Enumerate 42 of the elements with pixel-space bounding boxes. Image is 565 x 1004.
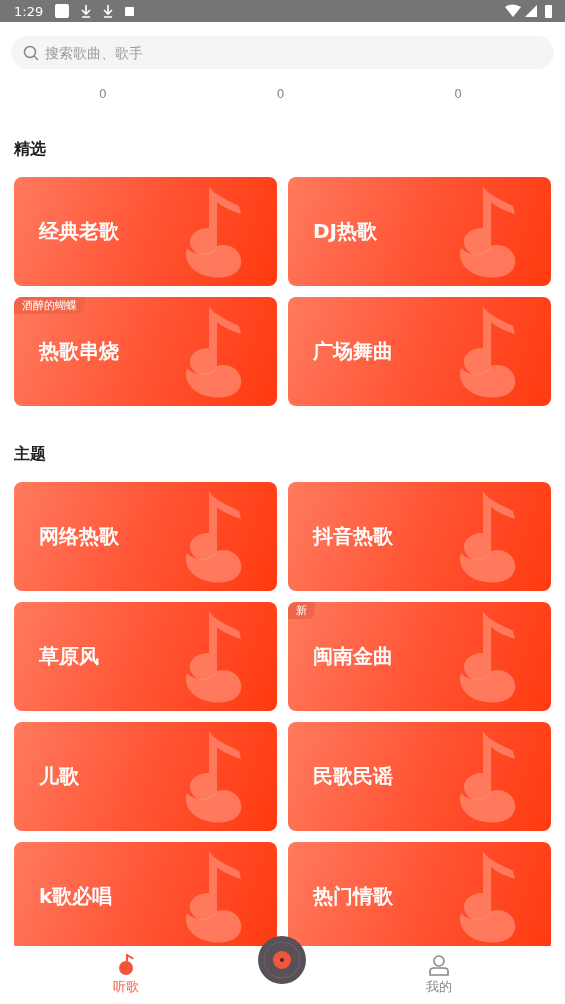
search-field[interactable]: 搜索歌曲、歌手 [11,36,554,69]
category-card[interactable]: 民歌民谣 [288,722,551,831]
card-tag: 酒醉的蝴蝶 [14,297,85,314]
notification-square-icon [55,4,70,18]
category-card[interactable]: 网络热歌 [14,482,277,591]
record-disc-button[interactable] [258,936,306,984]
search-icon [23,45,39,61]
count-text: 0 [454,87,462,101]
card-title: k歌必唱 [39,883,113,910]
category-card[interactable]: DJ热歌 [288,177,551,286]
card-title: 热门情歌 [313,883,393,910]
count-text: 0 [276,87,285,101]
category-card[interactable]: 经典老歌 [14,177,277,286]
category-card[interactable]: 草原风 [14,602,277,711]
download-icon [103,4,114,18]
card-title: 民歌民谣 [313,763,393,790]
category-card[interactable]: 新 闽南金曲 [288,602,551,711]
user-icon [427,954,450,976]
section-title: 主题 [14,444,47,465]
music-note-icon [116,954,137,976]
category-card[interactable]: 儿歌 [14,722,277,831]
category-card[interactable]: 酒醉的蝴蝶 热歌串烧 [14,297,277,406]
download-icon [81,4,92,18]
card-tag: 新 [288,602,315,619]
card-title: 网络热歌 [39,523,119,550]
card-title: 热歌串烧 [39,338,119,365]
count-text: 0 [99,87,107,101]
status-time: 1:29 [14,3,44,19]
card-title: DJ热歌 [313,218,378,245]
category-card[interactable]: k歌必唱 [14,842,277,946]
category-card[interactable]: 热门情歌 [288,842,551,946]
category-card[interactable]: 抖音热歌 [288,482,551,591]
card-title: 抖音热歌 [313,523,393,550]
card-title: 经典老歌 [39,218,119,245]
card-title: 闽南金曲 [313,643,393,670]
card-title: 儿歌 [39,763,79,790]
category-card[interactable]: 广场舞曲 [288,297,551,406]
card-title: 广场舞曲 [313,338,393,365]
section-title: 精选 [14,139,47,160]
nav-tab[interactable]: 我的 [312,954,565,996]
nav-tab[interactable]: 听歌 [0,954,253,996]
card-title: 草原风 [39,643,99,670]
